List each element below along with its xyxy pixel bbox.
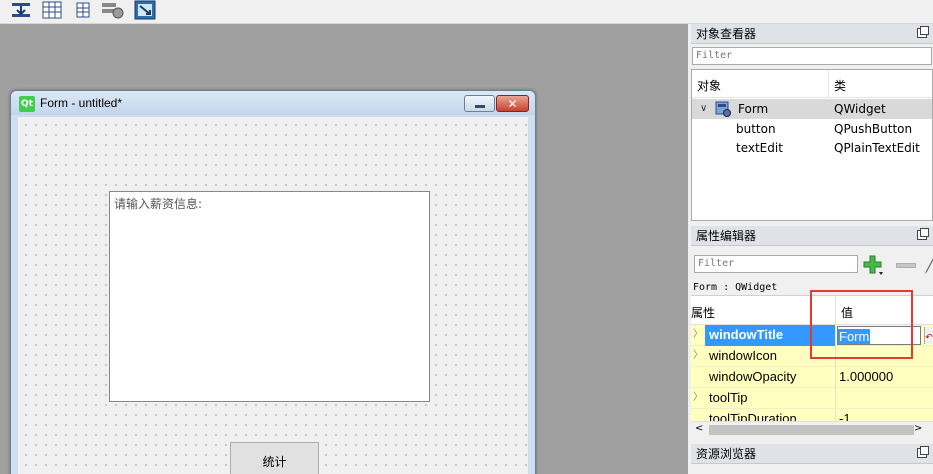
resource-toolbar — [691, 464, 933, 474]
tree-item-name: Form — [738, 102, 769, 116]
break-layout-icon — [102, 3, 124, 19]
tree-item-name: textEdit — [736, 141, 783, 155]
form-window[interactable]: Qt Form - untitled* ✕ 请输入薪资信息: 统计 — [10, 90, 536, 474]
break-layout-button[interactable] — [100, 0, 126, 20]
expand-arrow-icon[interactable]: 〉 — [693, 325, 703, 345]
property-value[interactable]: -1 — [839, 409, 851, 421]
stats-push-button[interactable]: 统计 — [230, 442, 319, 474]
class-column-header: 类 — [834, 79, 847, 93]
resource-browser-title: 资源浏览器 — [691, 444, 933, 464]
adjust-size-icon — [134, 0, 156, 20]
scrollbar-thumb[interactable] — [709, 425, 914, 435]
resource-browser-title-text: 资源浏览器 — [696, 447, 757, 461]
object-inspector-title: 对象查看器 — [691, 24, 933, 44]
property-name: windowOpacity — [709, 369, 797, 384]
reset-value-icon[interactable]: ↶ — [924, 327, 933, 344]
layout-grid-button[interactable] — [39, 0, 65, 20]
design-workspace: Qt Form - untitled* ✕ 请输入薪资信息: 统计 — [0, 24, 688, 474]
dock-float-icon[interactable] — [917, 446, 929, 458]
expand-arrow-icon[interactable]: 〉 — [693, 388, 703, 408]
object-filter-input[interactable]: Filter — [692, 47, 932, 65]
expand-arrow-icon[interactable]: 〉 — [693, 346, 703, 366]
annotation-highlight-box — [810, 290, 913, 359]
property-name: toolTip — [709, 390, 748, 405]
dock-float-icon[interactable] — [917, 26, 929, 38]
property-row-windowopacity[interactable]: windowOpacity 1.000000 — [691, 367, 933, 388]
layout-grid-small-button[interactable] — [70, 0, 96, 20]
form-title: Form - untitled* — [40, 96, 123, 110]
object-tree[interactable]: 对象 类 ∨ Form QWidget button QPushButton t… — [691, 69, 933, 221]
value-separator — [835, 388, 836, 409]
edit-pen-icon[interactable] — [924, 257, 933, 275]
chevron-down-icon[interactable]: ∨ — [700, 99, 707, 119]
layout-form-icon — [12, 3, 30, 17]
tree-row-button[interactable]: button QPushButton — [692, 119, 932, 139]
text-edit-content: 请输入薪资信息: — [114, 197, 203, 211]
column-separator[interactable] — [828, 70, 829, 98]
property-row-tooltip[interactable]: 〉 toolTip — [691, 388, 933, 409]
property-filter-input[interactable]: Filter — [694, 255, 858, 273]
property-column-header: 属性 — [691, 306, 716, 320]
property-horizontal-scrollbar[interactable]: < > — [691, 421, 933, 438]
tree-item-class: QWidget — [834, 102, 886, 116]
property-editor-title: 属性编辑器 — [691, 226, 933, 246]
tree-row-textedit[interactable]: textEdit QPlainTextEdit — [692, 138, 932, 158]
property-value[interactable]: 1.000000 — [839, 367, 893, 387]
minimize-button[interactable] — [464, 95, 495, 112]
layout-grid-small-icon — [76, 2, 90, 18]
layout-grid-icon — [42, 1, 62, 19]
value-separator — [835, 409, 836, 421]
remove-property-icon[interactable] — [896, 263, 916, 268]
scroll-right-icon[interactable]: > — [914, 423, 922, 434]
scroll-left-icon[interactable]: < — [695, 423, 703, 434]
close-button[interactable]: ✕ — [496, 95, 529, 112]
value-separator — [835, 367, 836, 388]
property-name: windowIcon — [709, 348, 777, 363]
tree-row-form[interactable]: ∨ Form QWidget — [692, 99, 932, 119]
property-row-tooltipduration[interactable]: toolTipDuration -1 — [691, 409, 933, 421]
property-editor-title-text: 属性编辑器 — [696, 229, 757, 243]
property-name: windowTitle — [709, 327, 784, 342]
object-tree-header: 对象 类 — [692, 70, 932, 98]
tree-item-class: QPlainTextEdit — [834, 141, 920, 155]
qt-logo-icon: Qt — [19, 96, 35, 112]
property-toolbar: Filter — [691, 251, 933, 281]
adjust-size-button[interactable] — [132, 0, 158, 20]
tree-item-name: button — [736, 122, 776, 136]
widget-icon — [715, 101, 731, 117]
layout-form-button[interactable] — [8, 0, 34, 20]
dock-float-icon[interactable] — [917, 228, 929, 240]
tree-item-class: QPushButton — [834, 122, 913, 136]
property-name: toolTipDuration — [709, 411, 797, 421]
salary-text-edit[interactable]: 请输入薪资信息: — [109, 191, 430, 402]
form-canvas[interactable]: 请输入薪资信息: 统计 — [18, 117, 528, 474]
stats-button-label: 统计 — [262, 455, 287, 469]
add-property-icon[interactable] — [862, 254, 884, 276]
property-class-line: Form : QWidget — [693, 282, 778, 293]
form-titlebar[interactable]: Qt Form - untitled* ✕ — [11, 91, 535, 115]
designer-toolbar — [0, 0, 933, 24]
object-inspector-title-text: 对象查看器 — [696, 27, 757, 41]
object-column-header: 对象 — [697, 79, 722, 93]
